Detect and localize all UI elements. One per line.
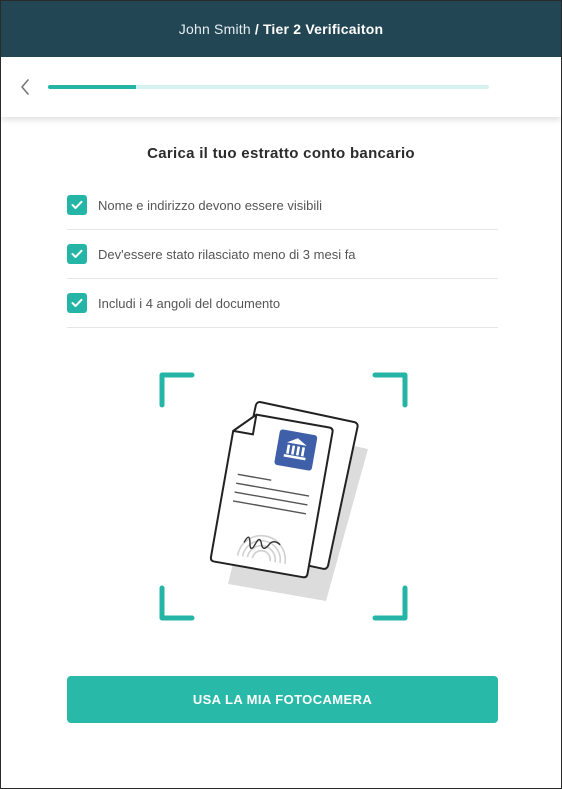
requirements-list: Nome e indirizzo devono essere visibili … xyxy=(67,181,498,328)
requirement-label: Nome e indirizzo devono essere visibili xyxy=(98,197,322,213)
requirement-item: Nome e indirizzo devono essere visibili xyxy=(67,181,498,230)
back-button[interactable] xyxy=(15,76,35,98)
verification-screen: John Smith / Tier 2 Verificaiton Carica … xyxy=(0,0,562,789)
requirement-label: Dev'essere stato rilasciato meno di 3 me… xyxy=(98,246,356,262)
requirement-label: Includi i 4 angoli del documento xyxy=(98,295,281,311)
chevron-left-icon xyxy=(21,79,29,95)
checkbox-checked-icon xyxy=(67,195,87,215)
top-header: John Smith / Tier 2 Verificaiton xyxy=(1,1,561,57)
progress-bar xyxy=(48,85,489,89)
bank-icon xyxy=(274,429,318,471)
requirement-item: Includi i 4 angoli del documento xyxy=(67,279,498,328)
checkbox-checked-icon xyxy=(67,293,87,313)
step-navbar xyxy=(1,57,561,117)
bank-document-scan-illustration xyxy=(159,372,408,621)
requirement-item: Dev'essere stato rilasciato meno di 3 me… xyxy=(67,230,498,279)
user-name: John Smith xyxy=(178,21,251,37)
page-title: Carica il tuo estratto conto bancario xyxy=(147,145,415,162)
progress-fill xyxy=(48,85,137,89)
flow-title: Tier 2 Verificaiton xyxy=(262,21,384,37)
use-camera-button[interactable]: USA LA MIA FOTOCAMERA xyxy=(67,676,498,723)
checkbox-checked-icon xyxy=(67,244,87,264)
header-separator: / xyxy=(254,21,259,37)
